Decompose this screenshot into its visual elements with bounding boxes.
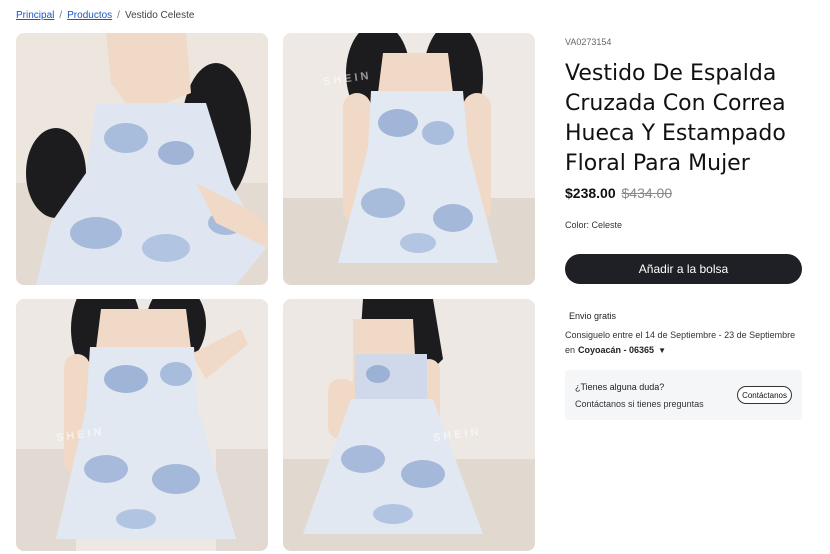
dress-photo-front — [283, 33, 535, 285]
breadcrumb-home-link[interactable]: Principal — [16, 10, 54, 21]
help-subtitle: Contáctanos si tienes preguntas — [575, 399, 704, 409]
location-selector[interactable]: Coyoacán - 06365 ▼ — [578, 345, 666, 355]
product-sku: VA0273154 — [565, 37, 612, 47]
current-price: $238.00 — [565, 185, 616, 201]
contact-button[interactable]: Contáctanos — [737, 386, 792, 404]
dress-photo-seated — [16, 33, 268, 285]
shipping-estimate: Consiguelo entre el 14 de Septiembre - 2… — [565, 328, 800, 358]
breadcrumb: Principal / Productos / Vestido Celeste — [16, 10, 194, 21]
dress-photo-front-pose — [16, 299, 268, 551]
shipping-title: Envio gratis — [569, 311, 617, 321]
add-to-bag-button[interactable]: Añadir a la bolsa — [565, 254, 802, 284]
product-title: Vestido De Espalda Cruzada Con Correa Hu… — [565, 61, 786, 176]
product-photo-3[interactable]: SHEIN — [16, 299, 268, 551]
product-photo-2[interactable]: SHEIN — [283, 33, 535, 285]
color-label: Color: Celeste — [565, 220, 623, 230]
location-label: Coyoacán - 06365 — [578, 345, 655, 355]
help-box: ¿Tienes alguna duda? Contáctanos si tien… — [565, 370, 802, 420]
product-price: $238.00 $434.00 — [565, 185, 672, 201]
caret-down-icon: ▼ — [658, 346, 666, 355]
breadcrumb-products-link[interactable]: Productos — [67, 10, 112, 21]
dress-photo-back — [283, 299, 535, 551]
original-price: $434.00 — [621, 185, 673, 201]
breadcrumb-separator: / — [59, 10, 63, 21]
product-photo-4[interactable]: SHEIN — [283, 299, 535, 551]
breadcrumb-current: Vestido Celeste — [124, 10, 195, 21]
product-photo-1[interactable] — [16, 33, 268, 285]
breadcrumb-separator: / — [117, 10, 120, 21]
help-question: ¿Tienes alguna duda? — [575, 382, 665, 392]
